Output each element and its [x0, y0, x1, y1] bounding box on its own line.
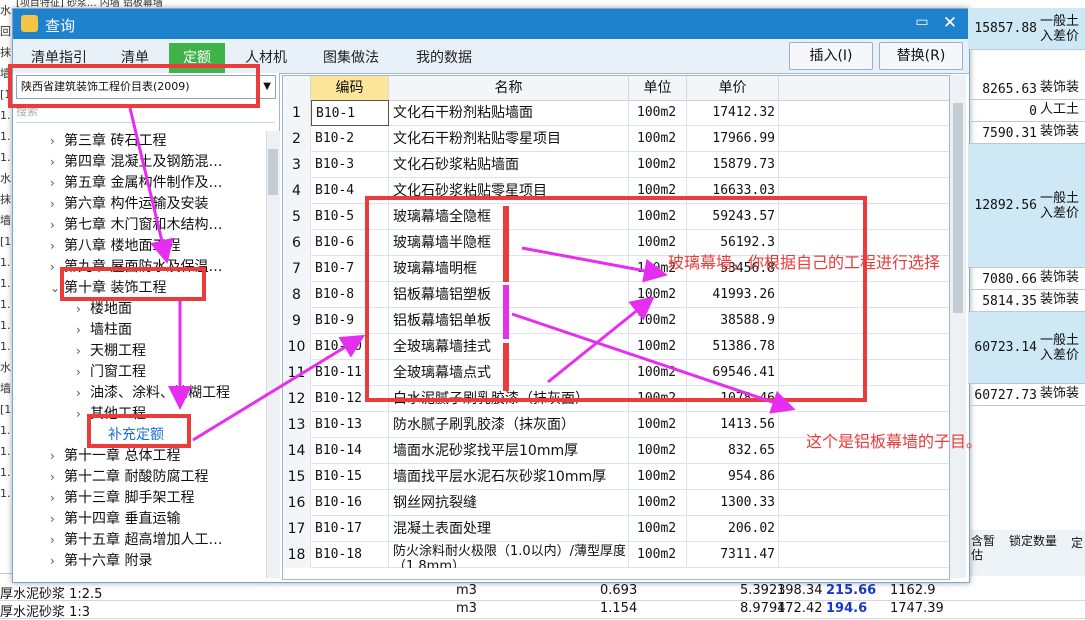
background-row-value: 60723.14 — [974, 340, 1037, 355]
background-row: 15857.88 一般土入差价 — [968, 8, 1085, 50]
background-row-value: 12892.56 — [974, 198, 1037, 213]
annotation-arrows — [128, 107, 796, 442]
background-row-value: 7080.66 — [982, 272, 1037, 287]
background-row-text: 装饰装 — [1040, 124, 1080, 139]
arrow-aluminum-to-note — [511, 312, 796, 414]
background-row: 8265.63 装饰装 — [968, 78, 1085, 100]
background-row-text: 一般土入差价 — [1040, 333, 1080, 363]
background-row-text: 人工土 — [1040, 102, 1080, 117]
background-row-text: 装饰装 — [1040, 386, 1080, 401]
arrow-supplement-to-grid — [192, 334, 366, 442]
background-row-text: 装饰装 — [1040, 270, 1080, 285]
arrow-fullglass-to-note — [547, 296, 655, 384]
background-row-value: 7590.31 — [982, 126, 1037, 141]
background-row-value: 8265.63 — [982, 82, 1037, 97]
background-row-text: 装饰装 — [1040, 292, 1080, 307]
background-row: 60723.14 一般土入差价 — [968, 312, 1085, 384]
arrow-library-to-chapter — [128, 107, 174, 264]
background-row-value: 5814.35 — [982, 294, 1037, 309]
background-row-text: 装饰装 — [1040, 80, 1080, 95]
background-row: 7080.66 装饰装 — [968, 268, 1085, 290]
background-row-value: 15857.88 — [974, 21, 1037, 36]
background-row: 5814.35 装饰装 — [968, 290, 1085, 312]
background-row: 0 人工土 — [968, 100, 1085, 122]
background-row: 7590.31 装饰装 — [968, 122, 1085, 144]
background-row: 60727.73 装饰装 — [968, 384, 1085, 406]
background-row-value: 60727.73 — [974, 388, 1037, 403]
background-row-text: 一般土入差价 — [1040, 14, 1080, 44]
background-row-text: 一般土入差价 — [1040, 191, 1080, 221]
arrow-glass-to-note — [521, 246, 668, 283]
background-row: 12892.56 一般土入差价 — [968, 144, 1085, 268]
background-row-value: 0 — [1029, 104, 1037, 119]
